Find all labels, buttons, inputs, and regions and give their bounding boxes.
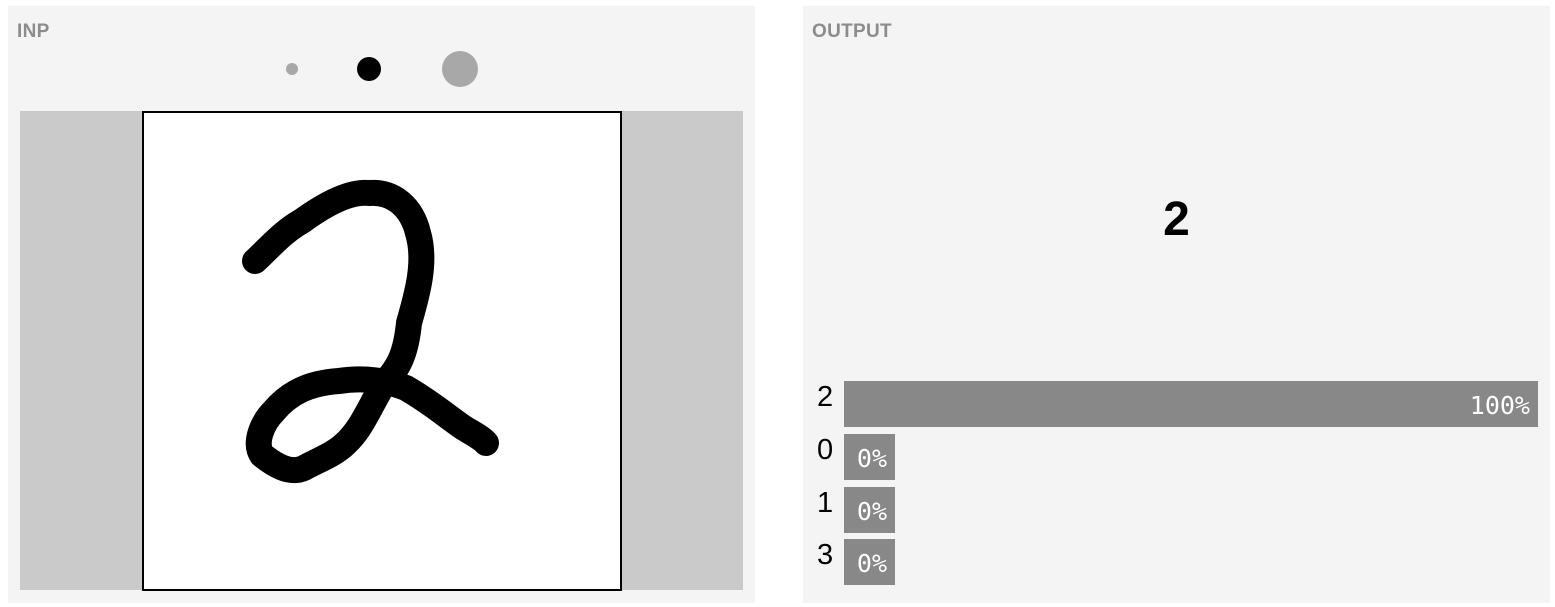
brush-size-small-button[interactable] [286, 63, 298, 75]
confidence-class-label: 0 [817, 434, 834, 466]
confidence-bar: 0% [844, 539, 895, 585]
confidence-class-label: 2 [817, 381, 834, 413]
output-panel: OUTPUT 2 2 100% 0 0% 1 0% 3 0% [803, 6, 1550, 603]
brush-size-large-button[interactable] [442, 51, 478, 87]
sketch-canvas[interactable] [142, 111, 622, 591]
confidence-class-label: 1 [817, 487, 834, 519]
confidence-row: 0 0% [803, 434, 1550, 480]
confidence-class-label: 3 [817, 539, 834, 571]
confidence-percent: 100% [1469, 391, 1530, 420]
brush-size-medium-button[interactable] [357, 57, 381, 81]
confidence-percent: 0% [856, 549, 887, 578]
confidence-row: 3 0% [803, 539, 1550, 585]
confidence-bar: 0% [844, 434, 895, 480]
handwritten-digit-drawing [242, 179, 499, 484]
canvas-backdrop [20, 111, 743, 591]
confidence-row: 1 0% [803, 487, 1550, 533]
input-panel: INP [8, 6, 755, 603]
confidence-bar: 100% [844, 381, 1538, 427]
confidence-percent: 0% [856, 497, 887, 526]
input-title: INP [17, 21, 50, 42]
predicted-label: 2 [1163, 193, 1190, 246]
confidence-percent: 0% [856, 444, 887, 473]
confidence-bar: 0% [844, 487, 895, 533]
output-title: OUTPUT [812, 21, 892, 42]
confidence-row: 2 100% [803, 381, 1550, 427]
